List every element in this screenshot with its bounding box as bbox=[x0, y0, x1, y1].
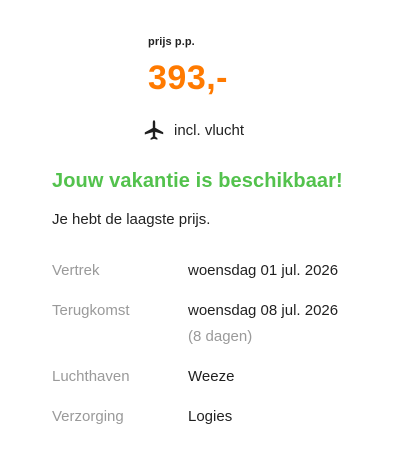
price-per-person-label: prijs p.p. bbox=[148, 36, 195, 48]
detail-label: Verzorging bbox=[52, 408, 124, 425]
availability-headline: Jouw vakantie is beschikbaar! bbox=[52, 170, 343, 192]
price-value: 393,- bbox=[148, 59, 228, 97]
flight-included-text: incl. vlucht bbox=[174, 121, 245, 139]
duration-note: (8 dagen) bbox=[188, 328, 253, 345]
detail-row-board: Verzorging Logies bbox=[52, 407, 372, 427]
price-block: prijs p.p. 393,- bbox=[148, 36, 348, 98]
detail-value: woensdag 08 jul. 2026 bbox=[188, 302, 339, 319]
detail-row-airport: Luchthaven Weeze bbox=[52, 367, 372, 387]
detail-row-departure: Vertrek woensdag 01 jul. 2026 bbox=[52, 261, 372, 281]
airplane-icon bbox=[142, 118, 166, 142]
lowest-price-text: Je hebt de laagste prijs. bbox=[52, 211, 211, 228]
detail-value: Logies bbox=[188, 408, 233, 425]
detail-value: woensdag 01 jul. 2026 bbox=[188, 262, 339, 279]
detail-value: Weeze bbox=[188, 368, 235, 385]
detail-label: Vertrek bbox=[52, 262, 100, 279]
detail-value-group: woensdag 08 jul. 2026 (8 dagen) bbox=[188, 301, 338, 347]
detail-label: Terugkomst bbox=[52, 302, 130, 319]
detail-label: Luchthaven bbox=[52, 368, 130, 385]
trip-details: Vertrek woensdag 01 jul. 2026 Terugkomst… bbox=[52, 261, 372, 447]
detail-row-return: Terugkomst woensdag 08 jul. 2026 (8 dage… bbox=[52, 301, 372, 347]
flight-included-row: incl. vlucht bbox=[142, 118, 244, 142]
